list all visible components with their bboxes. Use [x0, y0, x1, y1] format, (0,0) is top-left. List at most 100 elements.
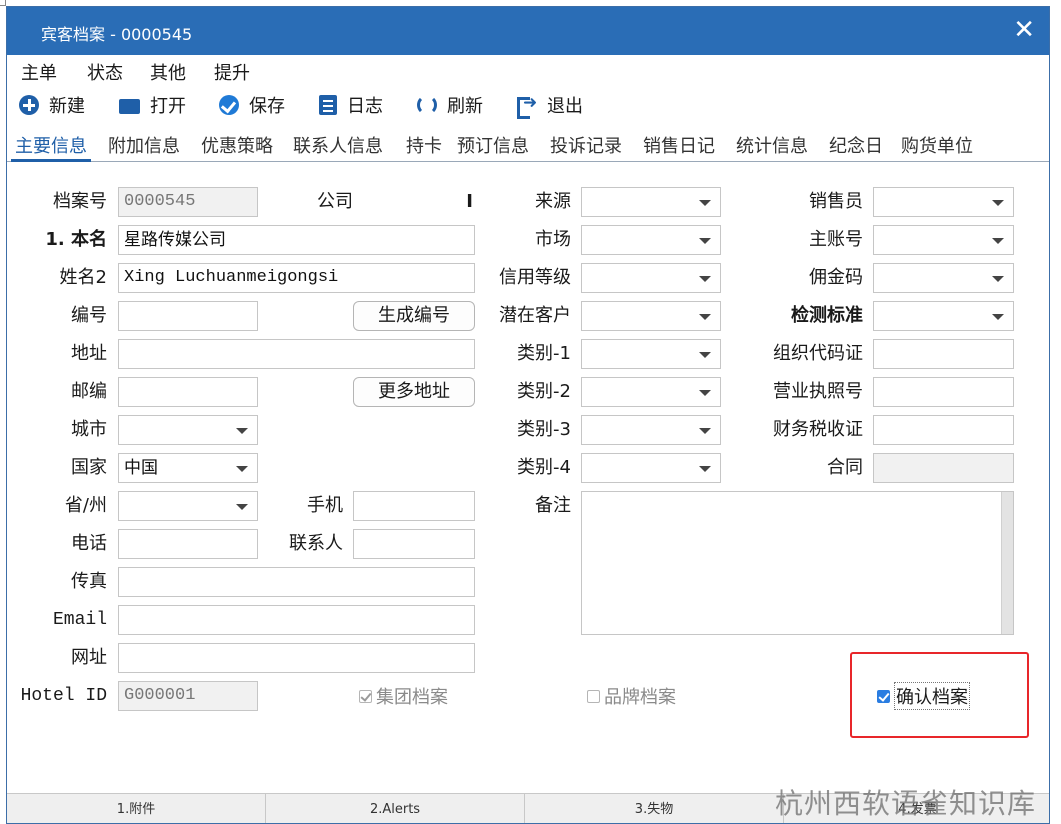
log-list-icon: [319, 95, 337, 115]
category2-label: 类别-2: [517, 381, 571, 402]
menu-item-status[interactable]: 状态: [87, 59, 123, 85]
open-button[interactable]: 打开: [119, 91, 186, 119]
hotel-id-field[interactable]: G000001: [118, 681, 258, 711]
refresh-button[interactable]: 刷新: [417, 91, 483, 119]
country-select[interactable]: 中国: [118, 453, 258, 483]
name2-label: 姓名2: [59, 267, 107, 288]
category1-label: 类别-1: [517, 343, 571, 364]
menu-item-upgrade[interactable]: 提升: [214, 59, 250, 85]
tab-sales-diary[interactable]: 销售日记: [639, 128, 719, 162]
check-circle-icon: [219, 95, 239, 115]
salesperson-label: 销售员: [809, 191, 863, 212]
brand-archive-checkbox[interactable]: 品牌档案: [587, 681, 676, 711]
tab-purchase-unit[interactable]: 购货单位: [897, 128, 977, 162]
website-field[interactable]: [118, 643, 475, 673]
postcode-label: 邮编: [71, 381, 107, 402]
fax-label: 传真: [71, 571, 107, 592]
market-label: 市场: [535, 229, 571, 250]
category1-select[interactable]: [581, 339, 721, 369]
province-select[interactable]: [118, 491, 258, 521]
tab-statistics[interactable]: 统计信息: [732, 128, 812, 162]
salesperson-select[interactable]: [873, 187, 1014, 217]
tax-cert-label: 财务税收证: [773, 419, 863, 440]
brand-archive-label: 品牌档案: [604, 687, 676, 708]
test-standard-select[interactable]: [873, 301, 1014, 331]
group-archive-label: 集团档案: [376, 687, 448, 708]
address-field[interactable]: [118, 339, 475, 369]
master-account-label: 主账号: [809, 229, 863, 250]
category4-label: 类别-4: [517, 457, 571, 478]
commission-code-label: 佣金码: [809, 267, 863, 288]
exit-button[interactable]: 退出: [517, 91, 583, 119]
tab-cards[interactable]: 持卡: [402, 128, 446, 162]
postcode-field[interactable]: [118, 377, 258, 407]
remark-textarea[interactable]: [581, 491, 1014, 635]
name-field[interactable]: 星路传媒公司: [118, 225, 475, 255]
potential-customer-select[interactable]: [581, 301, 721, 331]
tab-extra-info[interactable]: 附加信息: [104, 128, 184, 162]
potential-customer-label: 潜在客户: [499, 305, 571, 326]
commission-code-select[interactable]: [873, 263, 1014, 293]
business-license-field[interactable]: [873, 377, 1014, 407]
more-address-button[interactable]: 更多地址: [353, 377, 475, 407]
tab-main-info[interactable]: 主要信息: [11, 128, 91, 162]
archive-no-label: 档案号: [53, 191, 107, 212]
save-label: 保存: [249, 96, 285, 117]
org-code-label: 组织代码证: [773, 343, 863, 364]
tab-bar: 主要信息 附加信息 优惠策略 联系人信息 持卡 预订信息 投诉记录 销售日记 统…: [7, 124, 1049, 162]
refresh-icon: [417, 95, 437, 115]
tab-discount-policy[interactable]: 优惠策略: [197, 128, 277, 162]
bottom-tab-attachments[interactable]: 1.附件: [7, 794, 266, 823]
contract-field[interactable]: [873, 453, 1014, 483]
tab-reservations[interactable]: 预订信息: [453, 128, 533, 162]
new-button[interactable]: 新建: [19, 91, 85, 119]
menu-item-main[interactable]: 主单: [21, 59, 57, 85]
guest-archive-window: 宾客档案 - 0000545 ✕ 主单 状态 其他 提升 新建 打开 保存 日志…: [6, 6, 1050, 824]
tab-anniversary[interactable]: 纪念日: [825, 128, 887, 162]
category4-select[interactable]: [581, 453, 721, 483]
province-label: 省/州: [64, 495, 107, 516]
name2-field[interactable]: Xing Luchuanmeigongsi: [118, 263, 475, 293]
remark-scrollbar[interactable]: [1001, 492, 1013, 634]
bottom-tab-lost-items[interactable]: 3.失物: [525, 794, 784, 823]
master-account-select[interactable]: [873, 225, 1014, 255]
close-icon[interactable]: ✕: [1013, 15, 1035, 45]
checkbox-icon: [359, 689, 372, 703]
window-title: 宾客档案 - 0000545: [41, 25, 193, 44]
generate-code-button[interactable]: 生成编号: [353, 301, 475, 331]
category2-select[interactable]: [581, 377, 721, 407]
group-archive-checkbox[interactable]: 集团档案: [359, 681, 448, 711]
bottom-tab-alerts[interactable]: 2.Alerts: [266, 794, 525, 823]
log-button[interactable]: 日志: [319, 91, 383, 119]
org-code-field[interactable]: [873, 339, 1014, 369]
fax-field[interactable]: [118, 567, 475, 597]
name-label: 1. 本名: [45, 229, 107, 250]
remark-label: 备注: [535, 495, 571, 516]
address-label: 地址: [71, 343, 107, 364]
email-field[interactable]: [118, 605, 475, 635]
code-field[interactable]: [118, 301, 258, 331]
source-select[interactable]: [581, 187, 721, 217]
website-label: 网址: [71, 647, 107, 668]
category3-select[interactable]: [581, 415, 721, 445]
mobile-field[interactable]: [353, 491, 475, 521]
save-button[interactable]: 保存: [219, 91, 285, 119]
contact-field[interactable]: [353, 529, 475, 559]
business-license-label: 营业执照号: [773, 381, 863, 402]
market-select[interactable]: [581, 225, 721, 255]
archive-no-field[interactable]: 0000545: [118, 187, 258, 217]
phone-field[interactable]: [118, 529, 258, 559]
tax-cert-field[interactable]: [873, 415, 1014, 445]
credit-level-select[interactable]: [581, 263, 721, 293]
company-cursor-marker: I: [466, 191, 473, 212]
exit-icon: [517, 93, 537, 119]
tab-contacts[interactable]: 联系人信息: [289, 128, 387, 162]
highlight-annotation-box: [850, 652, 1029, 738]
code-label: 编号: [71, 305, 107, 326]
refresh-label: 刷新: [447, 96, 483, 117]
new-label: 新建: [49, 96, 85, 117]
company-label: 公司: [317, 191, 353, 212]
tab-complaints[interactable]: 投诉记录: [546, 128, 626, 162]
city-select[interactable]: [118, 415, 258, 445]
menu-item-other[interactable]: 其他: [150, 59, 186, 85]
